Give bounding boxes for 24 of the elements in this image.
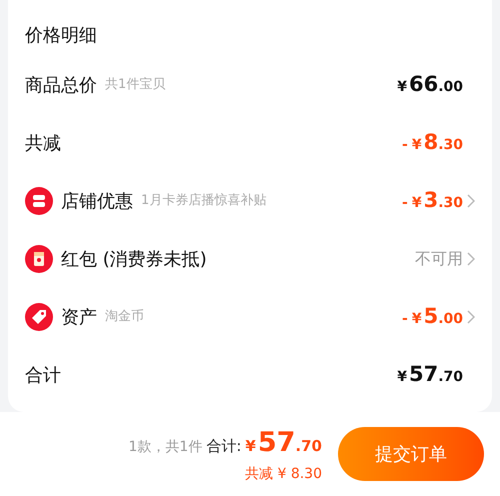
submit-order-button[interactable]: 提交订单 — [338, 427, 484, 481]
amount: ¥57.70 — [397, 361, 463, 388]
row-label: 红包 (消费券未抵) — [61, 248, 207, 272]
status-text: 不可用 — [415, 248, 463, 270]
amount: - ¥3.30 — [402, 187, 463, 214]
row-note: 1月卡券店播惊喜补贴 — [141, 192, 266, 210]
tag-icon — [25, 303, 53, 331]
total-price: ¥57.70 — [245, 426, 322, 460]
shop-icon — [25, 187, 53, 215]
item-count: 1款，共1件 — [128, 438, 202, 458]
row-note: 共1件宝贝 — [105, 76, 166, 94]
row-label: 商品总价 — [25, 74, 97, 98]
row-label: 合计 — [25, 364, 61, 388]
amount: - ¥5.00 — [402, 303, 463, 330]
row-label: 店铺优惠 — [61, 190, 133, 214]
envelope-icon — [25, 245, 53, 273]
amount: ¥66.00 — [397, 71, 463, 98]
row-label: 资产 — [61, 306, 97, 330]
saving-text: 共减 ¥ 8.30 — [245, 464, 322, 484]
amount: - ¥8.30 — [402, 129, 463, 156]
card-title: 价格明细 — [25, 24, 98, 48]
total-label: 合计: — [206, 436, 242, 458]
row-note: 淘金币 — [105, 308, 144, 326]
row-label: 共减 — [25, 132, 61, 156]
